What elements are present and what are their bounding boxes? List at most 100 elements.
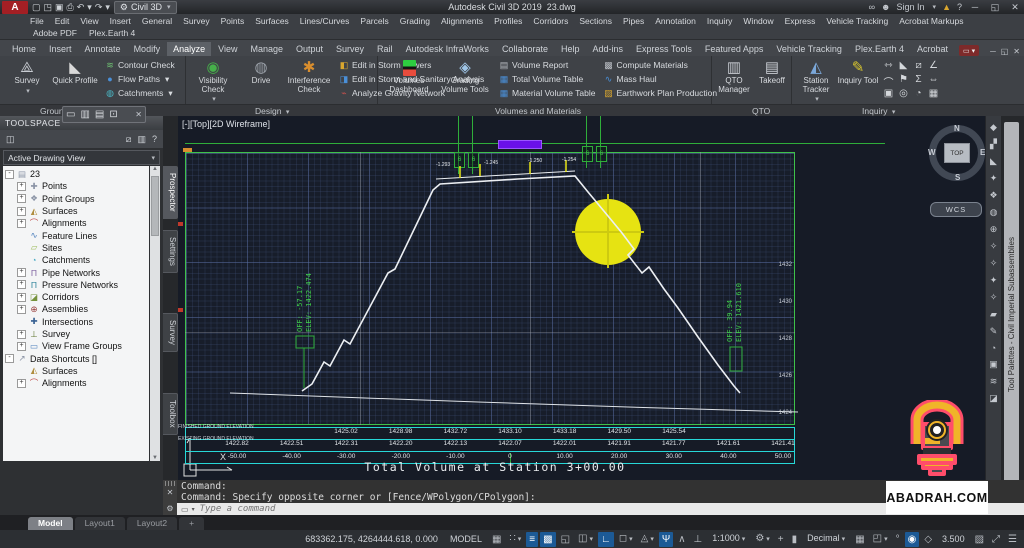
tree-expand-toggle[interactable]: +: [17, 280, 26, 289]
ribbon-small-button[interactable]: ▦Total Volume Table: [495, 72, 599, 86]
search-icon[interactable]: ∞: [869, 2, 875, 12]
workspace-switcher[interactable]: ⚙ Civil 3D ▾: [114, 1, 177, 14]
ribbon-tab[interactable]: Autodesk InfraWorks: [400, 42, 495, 56]
ribbon-tab[interactable]: Plex.Earth 4: [849, 42, 910, 56]
navbar-icon[interactable]: ✦: [990, 275, 998, 286]
document-window-control[interactable]: ◱: [1001, 47, 1009, 56]
status-bar-item[interactable]: Decimal▾: [802, 531, 850, 547]
ribbon-tab[interactable]: Collaborate: [496, 42, 554, 56]
toolspace-tab[interactable]: Survey: [163, 313, 178, 352]
toolspace-tab[interactable]: Toolbox: [163, 393, 178, 435]
status-bar-item[interactable]: ▦: [852, 532, 867, 547]
menu-item[interactable]: Survey: [183, 16, 209, 26]
navbar-icon[interactable]: ❖: [989, 190, 997, 201]
ribbon-tab[interactable]: Rail: [371, 42, 399, 56]
chevron-down-icon[interactable]: ▾: [192, 506, 195, 513]
navbar-icon[interactable]: ▣: [989, 359, 998, 370]
ribbon-tab[interactable]: Modify: [128, 42, 167, 56]
panel-label[interactable]: Design ▾: [255, 106, 289, 116]
tree-expand-toggle[interactable]: +: [17, 330, 26, 339]
chevron-down-icon[interactable]: ▾: [933, 3, 937, 11]
autocad-logo-icon[interactable]: A: [2, 1, 28, 14]
navbar-icon[interactable]: ◆: [990, 122, 997, 133]
ribbon-big-button[interactable]: ◍Drive: [237, 58, 285, 103]
tree-item[interactable]: ◔ Catchments: [3, 254, 149, 266]
close-icon[interactable]: ✕: [135, 110, 142, 119]
menu-item[interactable]: Acrobat Markups: [899, 16, 963, 26]
navbar-icon[interactable]: ◔: [991, 343, 996, 353]
menu-item[interactable]: Inquiry: [707, 16, 733, 26]
toolspace-tab[interactable]: Prospector: [163, 166, 178, 219]
qat-icon[interactable]: ↷: [95, 2, 103, 13]
close-icon[interactable]: ✕: [167, 488, 174, 497]
scrollbar-thumb[interactable]: [151, 176, 159, 236]
layout-tab[interactable]: Layout1: [75, 517, 125, 530]
menu-item[interactable]: Adobe PDF: [33, 28, 77, 38]
inquiry-tool-icon[interactable]: ▣: [881, 88, 896, 102]
inquiry-tool-icon[interactable]: ⚑: [896, 74, 911, 88]
navbar-icon[interactable]: ◍: [990, 207, 998, 218]
panel-label[interactable]: Volumes and Materials: [495, 106, 581, 116]
qat-icon[interactable]: ▣: [55, 2, 64, 13]
status-bar-item[interactable]: Ψ: [659, 532, 673, 547]
status-bar-item[interactable]: ⊥: [691, 532, 706, 547]
tree-expand-toggle[interactable]: +: [17, 305, 26, 314]
ribbon-small-button[interactable]: ▨Earthwork Plan Production: [599, 86, 721, 100]
navbar-icon[interactable]: ✦: [990, 173, 998, 184]
ribbon-tab[interactable]: Output: [290, 42, 329, 56]
mini-toolbar-icon[interactable]: ▭: [66, 109, 75, 120]
navbar-icon[interactable]: ⊕: [990, 224, 998, 235]
panel-label[interactable]: Inquiry ▾: [862, 106, 895, 116]
ribbon-tab[interactable]: View: [212, 42, 243, 56]
ribbon-tab[interactable]: Survey: [330, 42, 370, 56]
menu-item[interactable]: Sections: [579, 16, 612, 26]
tree-item[interactable]: + ▭ View Frame Groups: [3, 340, 149, 352]
ribbon-tab[interactable]: Insert: [43, 42, 78, 56]
tree-expand-toggle[interactable]: +: [17, 293, 26, 302]
navbar-icon[interactable]: ✧: [990, 241, 998, 252]
tree-item[interactable]: + ✚ Points: [3, 180, 149, 192]
qat-icon[interactable]: ↶: [77, 2, 85, 13]
minimize-button[interactable]: ─: [968, 2, 982, 12]
status-bar-item[interactable]: °: [893, 532, 903, 547]
inquiry-tool-icon[interactable]: Σ: [911, 74, 926, 88]
menu-item[interactable]: Parcels: [360, 16, 388, 26]
status-bar-item[interactable]: ☰: [1005, 532, 1020, 547]
status-bar-item[interactable]: ▩: [540, 532, 555, 547]
navbar-icon[interactable]: ≋: [990, 376, 998, 387]
ribbon-big-button[interactable]: ◭Station Tracker▾: [795, 58, 837, 103]
tree-expand-toggle[interactable]: +: [17, 219, 26, 228]
navbar-icon[interactable]: ◪: [989, 393, 998, 404]
layout-tab[interactable]: +: [179, 517, 204, 530]
compass-south[interactable]: S: [955, 173, 960, 182]
tree-expand-toggle[interactable]: +: [17, 207, 26, 216]
tree-item[interactable]: + ◪ Corridors: [3, 291, 149, 303]
status-bar-item[interactable]: ≡: [526, 532, 538, 547]
status-bar-item[interactable]: ◇: [921, 532, 935, 547]
drag-grip[interactable]: [165, 481, 175, 486]
ribbon-overflow-button[interactable]: ▭ ▾: [959, 45, 979, 56]
tree-scrollbar[interactable]: ▲▼: [150, 166, 160, 461]
status-bar-item[interactable]: ◱: [558, 532, 573, 547]
menu-item[interactable]: Lines/Curves: [300, 16, 350, 26]
tree-expand-toggle[interactable]: +: [17, 342, 26, 351]
inquiry-tool-icon[interactable]: ⧄: [911, 60, 926, 74]
ribbon-big-button[interactable]: ◉Visibility Check▾: [189, 58, 237, 103]
qat-icon[interactable]: ◳: [44, 2, 53, 13]
command-prompt-icon[interactable]: ▭: [181, 505, 189, 514]
status-bar-item[interactable]: ◻▾: [616, 531, 636, 547]
ribbon-small-button[interactable]: ●Flow Paths▾: [101, 72, 179, 86]
navbar-icon[interactable]: ✧: [990, 258, 998, 269]
navbar-icon[interactable]: ◣: [990, 156, 997, 167]
menu-item[interactable]: Vehicle Tracking: [826, 16, 888, 26]
menu-item[interactable]: Alignments: [441, 16, 483, 26]
status-bar-item[interactable]: ⤢: [989, 532, 1003, 547]
status-bar-item[interactable]: ◬▾: [638, 531, 657, 547]
document-window-control[interactable]: ✕: [1013, 47, 1020, 56]
status-bar-item[interactable]: 3.500: [937, 532, 970, 547]
design-surface-line[interactable]: [302, 176, 740, 393]
menu-item[interactable]: Plex.Earth 4: [89, 28, 135, 38]
tree-item[interactable]: + Π Pressure Networks: [3, 279, 149, 291]
drawing-canvas[interactable]: [-][Top][2D Wireframe] 6666 OFF: -57.17 …: [178, 116, 985, 480]
status-bar-item[interactable]: ▦: [489, 532, 504, 547]
